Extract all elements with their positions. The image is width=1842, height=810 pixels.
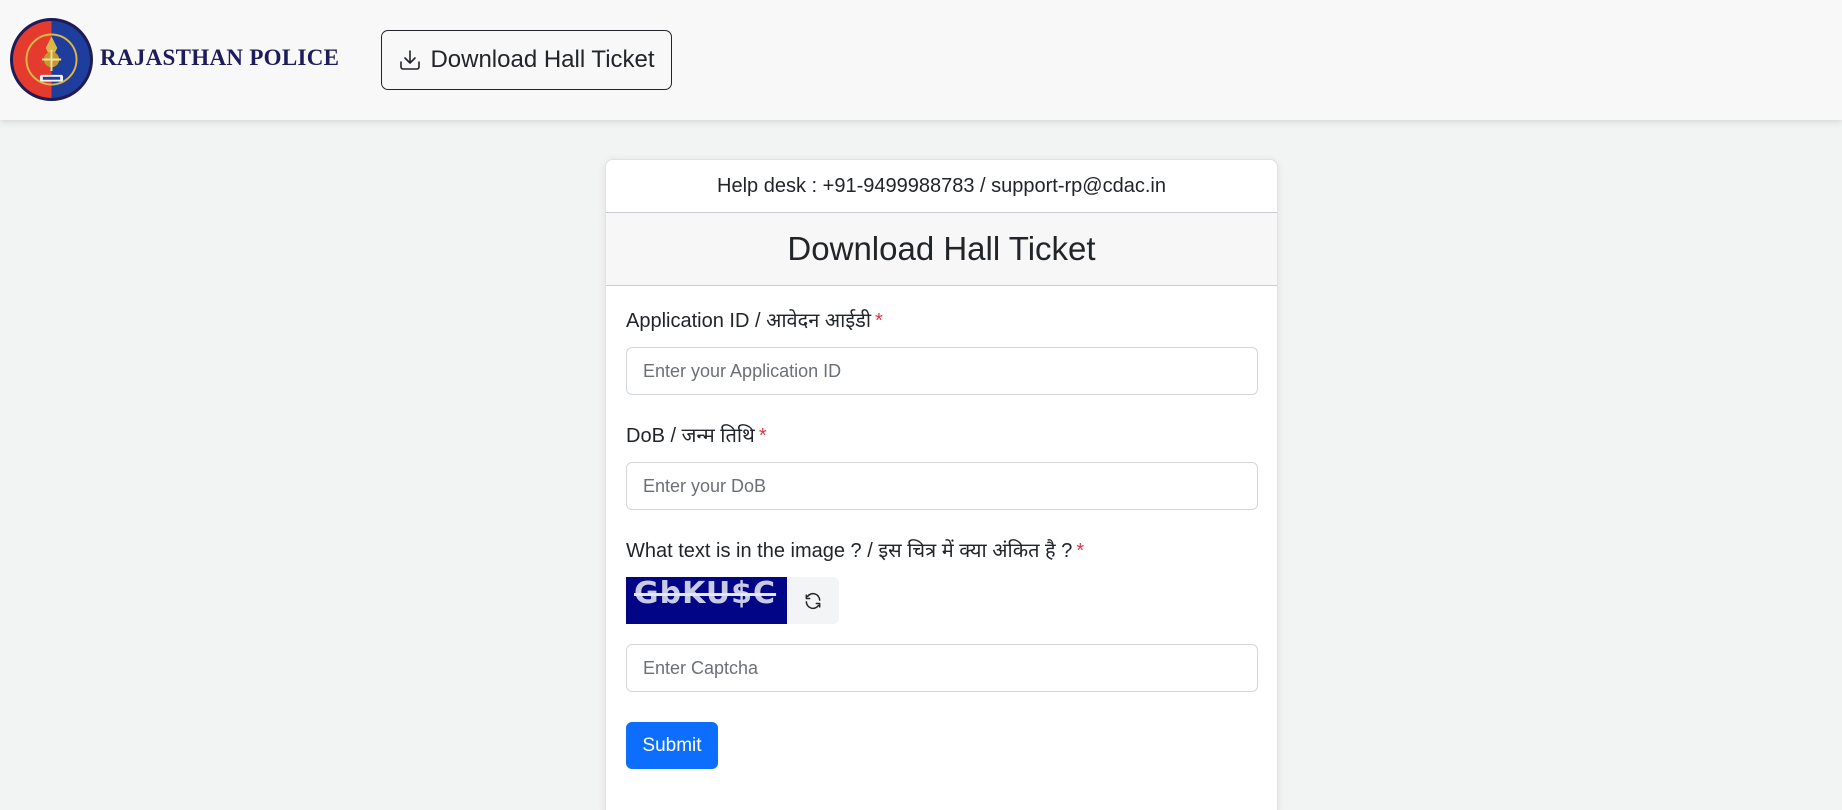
rajasthan-police-logo[interactable] bbox=[10, 18, 93, 101]
application-id-label-text: Application ID / आवेदन आईडी bbox=[626, 310, 872, 332]
captcha-group: What text is in the image ? / इस चित्र म… bbox=[626, 536, 1258, 718]
required-mark: * bbox=[875, 310, 883, 332]
hall-ticket-card: Help desk : +91-9499988783 / support-rp@… bbox=[605, 159, 1278, 810]
captcha-row: GbKU$C bbox=[626, 577, 1257, 624]
card-title: Download Hall Ticket bbox=[606, 213, 1277, 286]
captcha-label-text: What text is in the image ? / इस चित्र म… bbox=[626, 540, 1073, 562]
captcha-input[interactable] bbox=[626, 644, 1258, 692]
download-hall-ticket-nav-button[interactable]: Download Hall Ticket bbox=[381, 30, 672, 90]
captcha-image-text: GbKU$C bbox=[634, 577, 777, 611]
refresh-captcha-button[interactable] bbox=[787, 577, 839, 624]
dob-label-text: DoB / जन्म तिथि bbox=[626, 425, 755, 447]
brand-name: RAJASTHAN POLICE bbox=[100, 45, 340, 70]
captcha-label: What text is in the image ? / इस चित्र म… bbox=[626, 536, 1257, 563]
download-icon bbox=[400, 50, 421, 70]
application-id-label: Application ID / आवेदन आईडी * bbox=[626, 306, 1257, 333]
required-mark: * bbox=[1076, 540, 1085, 562]
captcha-image: GbKU$C bbox=[626, 577, 787, 624]
submit-button[interactable]: Submit bbox=[626, 722, 718, 769]
download-button-label: Download Hall Ticket bbox=[430, 46, 655, 73]
helpdesk-info: Help desk : +91-9499988783 / support-rp@… bbox=[606, 160, 1277, 213]
dob-label: DoB / जन्म तिथि * bbox=[626, 421, 1257, 448]
hall-ticket-form: Application ID / आवेदन आईडी* DoB / जन्म … bbox=[606, 286, 1277, 769]
refresh-icon bbox=[805, 592, 821, 609]
emblem-icon bbox=[25, 33, 78, 86]
required-mark: * bbox=[758, 425, 767, 447]
navbar: RAJASTHAN POLICE Download Hall Ticket bbox=[0, 0, 1842, 120]
application-id-input[interactable] bbox=[626, 347, 1258, 395]
application-id-group: Application ID / आवेदन आईडी * bbox=[626, 306, 1258, 395]
dob-input[interactable] bbox=[626, 462, 1258, 510]
dob-group: DoB / जन्म तिथि * bbox=[626, 421, 1258, 510]
